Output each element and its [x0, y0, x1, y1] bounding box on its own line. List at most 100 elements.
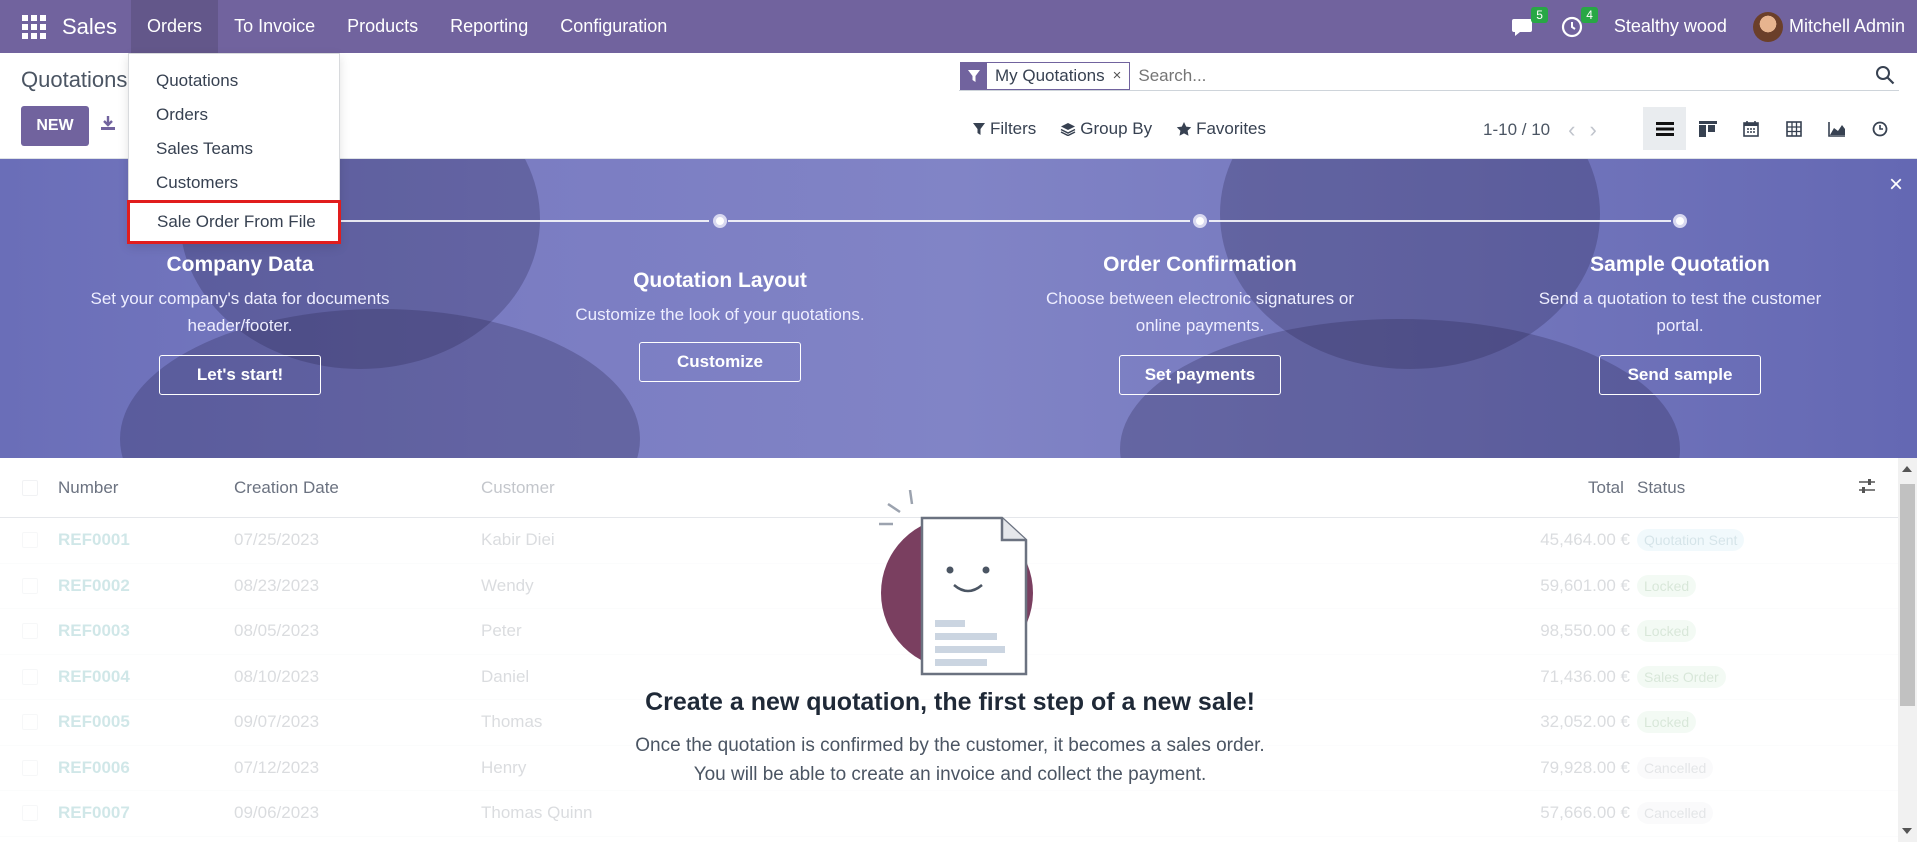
- header-total[interactable]: Total: [1588, 478, 1624, 498]
- row-customer: Peter: [481, 621, 522, 641]
- step-order-confirmation: Order Confirmation Choose between electr…: [1020, 253, 1380, 395]
- step-description: Customize the look of your quotations.: [540, 301, 900, 328]
- activity-view-icon[interactable]: [1858, 107, 1901, 150]
- step-connector: [320, 220, 709, 222]
- graph-view-icon[interactable]: [1815, 107, 1858, 150]
- helper-line: You will be able to create an invoice an…: [693, 764, 1207, 785]
- step-title: Sample Quotation: [1590, 253, 1770, 276]
- step-dot: [713, 214, 727, 228]
- scroll-down-icon[interactable]: [1902, 828, 1912, 834]
- header-customer[interactable]: Customer: [481, 478, 555, 498]
- search-icon[interactable]: [1875, 65, 1895, 90]
- header-creation-date[interactable]: Creation Date: [234, 478, 339, 498]
- pivot-view-icon[interactable]: [1772, 107, 1815, 150]
- menu-orders[interactable]: Orders: [131, 0, 219, 53]
- filters-button[interactable]: Filters: [972, 119, 1036, 139]
- group-by-button[interactable]: Group By: [1060, 119, 1152, 139]
- dropdown-item-quotations[interactable]: Quotations: [129, 64, 339, 98]
- search-bar: My Quotations ×: [959, 61, 1899, 91]
- top-navbar: Sales Orders To Invoice Products Reporti…: [0, 0, 1917, 53]
- row-customer: Daniel: [481, 666, 530, 686]
- pager-value[interactable]: 1-10 / 10: [1483, 120, 1550, 140]
- table-row[interactable]: REF0007 09/06/2023 Thomas Quinn 57,666.0…: [0, 791, 1898, 837]
- step-description: Set your company's data for documents he…: [60, 285, 420, 339]
- smiling-document-illustration: [860, 489, 1040, 680]
- row-number: REF0002: [58, 575, 130, 595]
- app-name[interactable]: Sales: [62, 14, 117, 40]
- send-sample-button[interactable]: Send sample: [1599, 355, 1761, 395]
- step-desc-line: Choose between electronic signatures or: [1045, 289, 1355, 308]
- lets-start-button[interactable]: Let's start!: [159, 355, 321, 395]
- view-switcher: [1643, 107, 1901, 150]
- pager: 1-10 / 10 ‹ ›: [1483, 117, 1597, 143]
- step-sample-quotation: Sample Quotation Send a quotation to tes…: [1500, 253, 1860, 395]
- helper-text: Once the quotation is confirmed by the c…: [560, 731, 1340, 789]
- header-number[interactable]: Number: [58, 478, 118, 498]
- step-description: Send a quotation to test the customer po…: [1500, 285, 1860, 339]
- row-total: 79,928.00 €: [1540, 757, 1630, 777]
- step-quotation-layout: Quotation Layout Customize the look of y…: [540, 269, 900, 382]
- close-banner-icon[interactable]: ×: [1889, 171, 1903, 199]
- header-status[interactable]: Status: [1637, 478, 1685, 498]
- scroll-thumb[interactable]: [1900, 484, 1915, 706]
- calendar-view-icon[interactable]: [1729, 107, 1772, 150]
- activities-clock-icon[interactable]: 4: [1558, 6, 1598, 41]
- search-options: Filters Group By Favorites: [972, 119, 1290, 139]
- menu-reporting[interactable]: Reporting: [434, 0, 544, 53]
- messages-icon[interactable]: 5: [1508, 6, 1548, 41]
- row-checkbox[interactable]: [22, 577, 38, 594]
- row-checkbox[interactable]: [22, 623, 38, 640]
- favorites-button[interactable]: Favorites: [1176, 119, 1266, 139]
- star-icon: [1176, 122, 1192, 136]
- step-connector: [1209, 220, 1671, 222]
- facet-remove-button[interactable]: ×: [1113, 67, 1130, 84]
- row-date: 08/05/2023: [234, 621, 320, 641]
- customize-button[interactable]: Customize: [639, 342, 801, 382]
- row-total: 57,666.00 €: [1540, 803, 1630, 823]
- row-number: REF0004: [58, 666, 130, 686]
- menu-to-invoice[interactable]: To Invoice: [218, 0, 331, 53]
- set-payments-button[interactable]: Set payments: [1119, 355, 1281, 395]
- row-date: 09/06/2023: [234, 803, 320, 823]
- row-total: 71,436.00 €: [1540, 666, 1630, 686]
- row-checkbox[interactable]: [22, 759, 38, 776]
- helper-title: Create a new quotation, the first step o…: [645, 688, 1255, 716]
- dropdown-item-sale-order-from-file[interactable]: Sale Order From File: [127, 200, 341, 244]
- menu-configuration[interactable]: Configuration: [544, 0, 683, 53]
- dropdown-item-sales-teams[interactable]: Sales Teams: [129, 132, 339, 166]
- row-checkbox[interactable]: [22, 668, 38, 685]
- search-input[interactable]: [1138, 65, 1839, 86]
- scroll-up-icon[interactable]: [1902, 466, 1912, 472]
- step-desc-line: portal.: [1656, 316, 1704, 335]
- pager-next-icon[interactable]: ›: [1589, 117, 1596, 143]
- step-desc-line: Customize the look of your quotations.: [575, 305, 865, 324]
- status-badge: Cancelled: [1637, 756, 1714, 779]
- row-checkbox[interactable]: [22, 532, 38, 549]
- row-date: 08/23/2023: [234, 575, 320, 595]
- company-switcher[interactable]: Stealthy wood: [1614, 16, 1727, 37]
- step-connector: [728, 220, 1190, 222]
- status-badge: Cancelled: [1637, 802, 1714, 825]
- row-checkbox[interactable]: [22, 714, 38, 731]
- dropdown-item-orders[interactable]: Orders: [129, 98, 339, 132]
- new-button[interactable]: NEW: [21, 106, 89, 146]
- list-view-icon[interactable]: [1643, 107, 1686, 150]
- list-scrollbar[interactable]: [1898, 458, 1917, 842]
- row-checkbox[interactable]: [22, 805, 38, 822]
- row-total: 59,601.00 €: [1540, 575, 1630, 595]
- row-number: REF0005: [58, 712, 130, 732]
- user-menu[interactable]: Mitchell Admin: [1789, 16, 1905, 37]
- kanban-view-icon[interactable]: [1686, 107, 1729, 150]
- select-all-checkbox[interactable]: [22, 479, 38, 496]
- optional-columns-icon[interactable]: [1858, 478, 1876, 499]
- pager-previous-icon[interactable]: ‹: [1568, 117, 1575, 143]
- menu-products[interactable]: Products: [331, 0, 434, 53]
- download-icon[interactable]: [100, 115, 116, 136]
- step-title: Order Confirmation: [1103, 253, 1297, 276]
- app-menu-icon[interactable]: [22, 14, 46, 39]
- filter-funnel-icon: [961, 61, 987, 90]
- user-avatar[interactable]: [1752, 11, 1783, 42]
- row-customer: Kabir Diei: [481, 530, 555, 550]
- row-date: 07/25/2023: [234, 530, 320, 550]
- dropdown-item-customers[interactable]: Customers: [129, 166, 339, 200]
